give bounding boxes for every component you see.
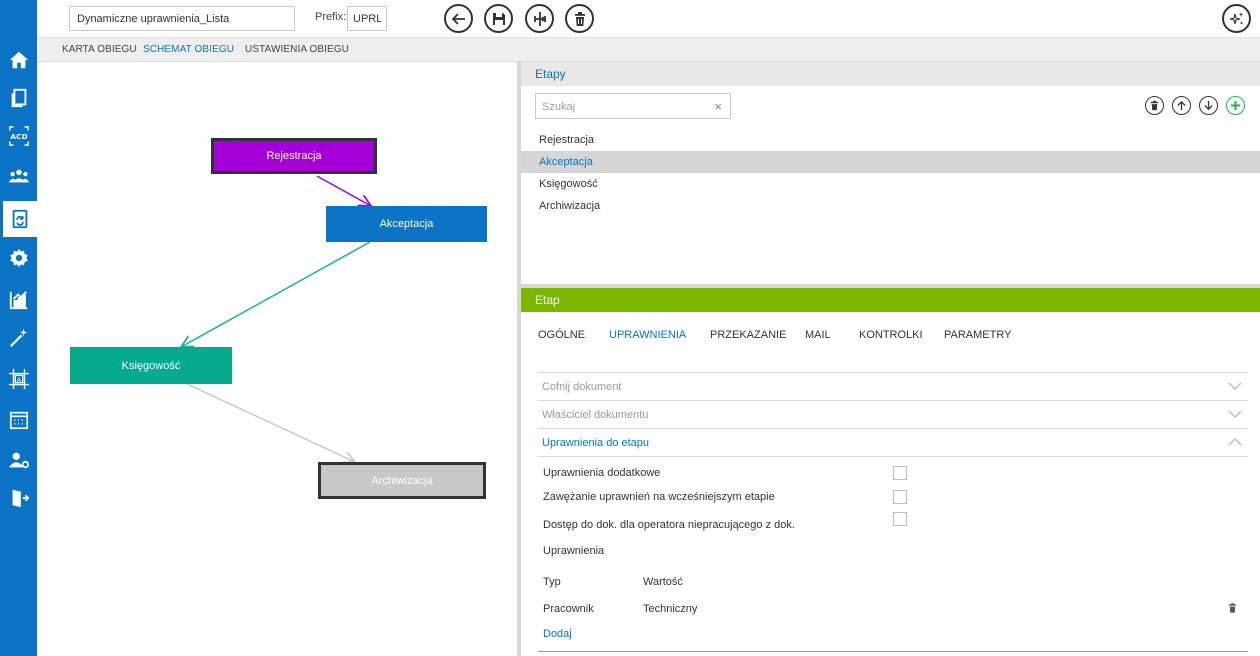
left-sidebar: ACD A	[0, 0, 37, 656]
connector-ksiegowosc-archiwizacja[interactable]	[186, 383, 355, 462]
connector-rejestracja-akceptacja[interactable]	[316, 175, 371, 206]
stage-label: Archiwizacja	[539, 200, 601, 212]
main-tabs: KARTA OBIEGU SCHEMAT OBIEGU USTAWIENIA O…	[37, 38, 1260, 62]
flow-split-icon	[533, 11, 546, 26]
etap-header: Etap	[521, 288, 1260, 312]
search-placeholder: Szukaj	[542, 101, 576, 113]
node-archiwizacja[interactable]: Archiwizacja	[318, 462, 486, 499]
tab-mail[interactable]: MAIL	[805, 329, 831, 341]
stage-label: Rejestracja	[539, 134, 595, 146]
top-toolbar: Prefix:	[37, 0, 1260, 38]
move-stage-down-button[interactable]	[1199, 96, 1218, 115]
permission-value-cell: Techniczny	[643, 603, 698, 615]
tab-karta-obiegu[interactable]: KARTA OBIEGU	[62, 44, 137, 55]
app-root: ACD A Prefix:	[0, 0, 1260, 656]
section-wlasciciel-dokumentu[interactable]: Właściciel dokumentu	[538, 400, 1248, 428]
arrow-down-icon	[1204, 100, 1213, 111]
permission-type-cell: Pracownik	[543, 603, 594, 615]
checkbox-label-zawezanie: Zawężanie uprawnień na wcześniejszym eta…	[543, 491, 775, 503]
tab-ustawienia-obiegu[interactable]: USTAWIENIA OBIEGU	[245, 44, 349, 55]
delete-stage-button[interactable]	[1145, 96, 1164, 115]
stage-item-akceptacja[interactable]: Akceptacja	[521, 151, 1260, 173]
section-label: Uprawnienia do etapu	[542, 437, 650, 449]
chevron-up-icon	[1228, 438, 1242, 446]
stage-label: Księgowość	[539, 178, 598, 190]
trash-icon	[574, 11, 585, 26]
svg-text:A: A	[16, 376, 21, 384]
add-stage-button[interactable]	[1226, 96, 1245, 115]
sparkles-icon	[1229, 11, 1243, 24]
arrow-left-icon	[451, 12, 465, 25]
checkbox-uprawnienia-dodatkowe[interactable]	[893, 466, 907, 480]
ai-assistant-button[interactable]	[1222, 4, 1251, 33]
column-header-typ: Typ	[543, 576, 561, 588]
workflow-diagram: Rejestracja Akceptacja Księgowość Archiw…	[37, 62, 517, 656]
checkbox-zawezanie[interactable]	[893, 490, 907, 504]
calendar-icon[interactable]	[0, 402, 37, 438]
stage-item-ksiegowosc[interactable]: Księgowość	[521, 173, 1260, 195]
section-divider	[538, 456, 1248, 457]
prefix-input[interactable]	[347, 6, 387, 31]
section-uprawnienia-do-etapu[interactable]: Uprawnienia do etapu	[538, 428, 1248, 456]
users-group-icon[interactable]	[0, 158, 37, 194]
section-cofnij-dokument[interactable]: Cofnij dokument	[538, 372, 1248, 400]
node-ksiegowosc[interactable]: Księgowość	[70, 347, 232, 384]
tab-ogolne[interactable]: OGÓLNE	[538, 329, 585, 341]
chevron-down-icon	[1228, 410, 1242, 418]
magic-wand-icon[interactable]	[0, 320, 37, 356]
template-icon[interactable]: A	[0, 361, 37, 397]
connector-akceptacja-ksiegowosc[interactable]	[181, 241, 371, 347]
node-label: Księgowość	[121, 359, 181, 372]
stage-item-rejestracja[interactable]: Rejestracja	[521, 129, 1260, 151]
chart-icon[interactable]	[0, 282, 37, 318]
document-name-input[interactable]	[69, 6, 295, 31]
node-rejestracja[interactable]: Rejestracja	[211, 138, 377, 174]
svg-text:ACD: ACD	[10, 132, 27, 141]
node-akceptacja[interactable]: Akceptacja	[326, 206, 487, 242]
user-settings-icon[interactable]	[0, 442, 37, 478]
delete-permission-icon[interactable]	[1227, 602, 1238, 614]
workflow-action-button[interactable]	[525, 4, 554, 33]
workflow-document-icon[interactable]	[0, 201, 37, 237]
section-label: Cofnij dokument	[542, 381, 622, 393]
tab-schemat-obiegu[interactable]: SCHEMAT OBIEGU	[143, 44, 234, 55]
checkbox-dostep[interactable]	[893, 512, 907, 526]
home-icon[interactable]	[0, 42, 37, 78]
etapy-header: Etapy	[521, 62, 1260, 86]
delete-button[interactable]	[565, 4, 594, 33]
prefix-label: Prefix:	[315, 11, 347, 23]
trash-icon	[1150, 100, 1159, 111]
stage-label: Akceptacja	[539, 156, 593, 168]
tab-kontrolki[interactable]: KONTROLKI	[859, 329, 923, 341]
etap-title: Etap	[535, 293, 560, 307]
stage-item-archiwizacja[interactable]: Archiwizacja	[521, 195, 1260, 217]
stage-search-input[interactable]: Szukaj ×	[535, 93, 731, 119]
documents-icon[interactable]	[0, 80, 37, 116]
tab-przekazanie[interactable]: PRZEKAZANIE	[710, 329, 786, 341]
move-stage-up-button[interactable]	[1172, 96, 1191, 115]
checkbox-label-dostep: Dostęp do dok. dla operatora niepracując…	[543, 519, 795, 531]
permissions-label: Uprawnienia	[543, 545, 605, 557]
gear-icon[interactable]	[0, 240, 37, 276]
arrow-up-icon	[1177, 100, 1186, 111]
node-label: Rejestracja	[266, 150, 322, 162]
section-label: Właściciel dokumentu	[542, 409, 649, 421]
chevron-down-icon	[1228, 382, 1242, 390]
tab-uprawnienia[interactable]: UPRAWNIENIA	[609, 329, 686, 341]
ocr-acd-icon[interactable]: ACD	[0, 118, 37, 154]
clear-search-icon[interactable]: ×	[714, 99, 722, 114]
back-button[interactable]	[444, 4, 473, 33]
checkbox-label-uprawnienia-dodatkowe: Uprawnienia dodatkowe	[543, 467, 661, 479]
plus-icon	[1230, 100, 1241, 111]
bottom-divider	[538, 651, 1248, 652]
column-header-wartosc: Wartość	[643, 576, 683, 588]
save-button[interactable]	[484, 4, 513, 33]
logout-icon[interactable]	[0, 480, 37, 516]
add-permission-link[interactable]: Dodaj	[543, 628, 572, 640]
tab-parametry[interactable]: PARAMETRY	[944, 329, 1011, 341]
floppy-disk-icon	[492, 12, 505, 25]
node-label: Akceptacja	[379, 218, 434, 230]
node-label: Archiwizacja	[371, 474, 433, 487]
etapy-title: Etapy	[535, 67, 566, 81]
